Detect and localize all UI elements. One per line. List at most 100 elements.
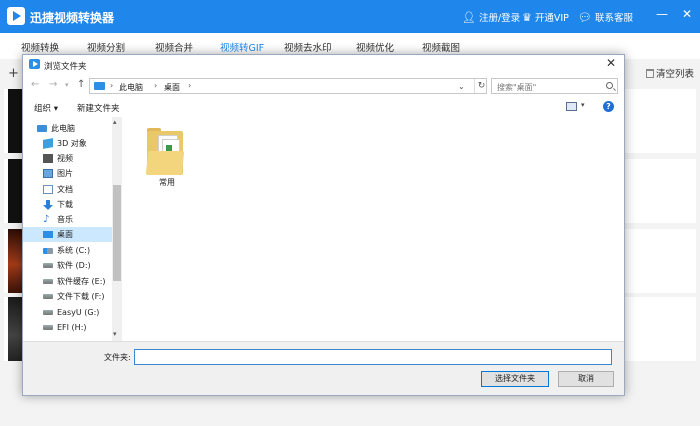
tab-video-convert[interactable]: 视频转换 bbox=[21, 40, 59, 54]
tree-item-desktop[interactable]: 桌面 bbox=[23, 227, 113, 242]
app-title: 迅捷视频转换器 bbox=[30, 11, 115, 25]
login-link[interactable]: 👤︎ 注册/登录 bbox=[462, 10, 521, 25]
tree-item-drive-h[interactable]: EFI (H:) bbox=[23, 320, 113, 335]
app-titlebar: 迅捷视频转换器 👤︎ 注册/登录 ♛ 开通VIP 💬︎ 联系客服 — ✕ bbox=[0, 0, 700, 33]
drive-icon bbox=[43, 247, 53, 254]
tab-video-optimize[interactable]: 视频优化 bbox=[356, 40, 394, 54]
up-arrow-icon[interactable]: ↑ bbox=[77, 80, 85, 90]
recent-chevron-icon[interactable]: ▾ bbox=[65, 82, 69, 89]
crown-icon: ♛ bbox=[522, 10, 532, 24]
tab-video-split[interactable]: 视频分割 bbox=[87, 40, 125, 54]
folder-field[interactable] bbox=[134, 349, 612, 365]
tree-item-drive-c[interactable]: 系统 (C:) bbox=[23, 243, 113, 258]
tree-item-drive-f[interactable]: 文件下载 (F:) bbox=[23, 289, 113, 304]
cube-icon bbox=[43, 138, 53, 149]
cancel-button[interactable]: 取消 bbox=[558, 371, 614, 387]
dialog-footer: 文件夹: 选择文件夹 取消 bbox=[23, 341, 624, 395]
tree-item-label: 文件下载 (F:) bbox=[57, 292, 105, 301]
address-dropdown-icon[interactable]: ⌄ bbox=[458, 82, 465, 91]
search-icon bbox=[606, 82, 613, 89]
chat-icon: 💬︎ bbox=[578, 10, 592, 24]
tree-item-drive-g[interactable]: EasyU (G:) bbox=[23, 305, 113, 320]
vip-label: 开通VIP bbox=[534, 13, 569, 24]
tree-item-label: 系统 (C:) bbox=[57, 246, 91, 255]
breadcrumb-desktop[interactable]: 桌面 bbox=[164, 82, 180, 93]
tree-item-drive-d[interactable]: 软件 (D:) bbox=[23, 258, 113, 273]
app-close-button[interactable]: ✕ bbox=[682, 8, 692, 20]
vip-link[interactable]: ♛ 开通VIP bbox=[522, 10, 569, 25]
tree-item-label: 软件 (D:) bbox=[57, 261, 91, 270]
login-label: 注册/登录 bbox=[478, 13, 521, 24]
refresh-icon[interactable]: ↻ bbox=[474, 79, 488, 93]
view-dropdown-icon[interactable]: ▾ bbox=[581, 101, 585, 109]
minimize-button[interactable]: — bbox=[656, 8, 668, 20]
address-bar[interactable]: › 此电脑 › 桌面 › ⌄ ↻ bbox=[89, 78, 487, 94]
navigation-tree: 此电脑 3D 对象 视频 图片 文档 下载 ♪ 音乐 桌面 系统 (C:) 软件… bbox=[23, 117, 121, 341]
organize-menu[interactable]: 组织 ▾ bbox=[34, 102, 58, 114]
tree-item-music[interactable]: ♪ 音乐 bbox=[23, 212, 113, 227]
app-logo-icon bbox=[7, 7, 25, 25]
clear-list-button[interactable]: 清空列表 bbox=[645, 66, 694, 80]
tree-item-drive-e[interactable]: 软件缓存 (E:) bbox=[23, 274, 113, 289]
browse-folder-dialog: 浏览文件夹 ✕ ← → ▾ ↑ › 此电脑 › 桌面 › ⌄ ↻ 搜索"桌面" … bbox=[22, 54, 625, 396]
search-box[interactable]: 搜索"桌面" bbox=[491, 78, 618, 94]
scroll-up-icon[interactable]: ▴ bbox=[113, 119, 117, 126]
service-label: 联系客服 bbox=[594, 13, 633, 24]
file-item-folder[interactable]: 常用 bbox=[144, 127, 192, 187]
search-placeholder: 搜索"桌面" bbox=[497, 83, 537, 92]
drive-icon bbox=[43, 325, 53, 330]
forward-arrow-icon[interactable]: → bbox=[49, 80, 57, 90]
tree-scrollbar[interactable]: ▴ ▾ bbox=[112, 117, 122, 341]
tab-video-screenshot[interactable]: 视频截图 bbox=[422, 40, 460, 54]
scroll-down-icon[interactable]: ▾ bbox=[113, 331, 117, 338]
computer-icon bbox=[37, 125, 47, 132]
tree-item-this-pc[interactable]: 此电脑 bbox=[23, 121, 113, 136]
chevron-right-icon[interactable]: › bbox=[110, 81, 113, 90]
scrollbar-thumb[interactable] bbox=[113, 185, 121, 281]
new-folder-button[interactable]: 新建文件夹 bbox=[77, 102, 120, 114]
add-file-button[interactable]: + bbox=[8, 66, 19, 81]
dialog-titlebar: 浏览文件夹 ✕ bbox=[23, 55, 624, 75]
folder-field-label: 文件夹: bbox=[104, 353, 131, 362]
trash-icon bbox=[645, 68, 654, 78]
breadcrumb-this-pc[interactable]: 此电脑 bbox=[119, 82, 143, 93]
tab-video-gif[interactable]: 视频转GIF bbox=[220, 40, 264, 54]
tree-item-label: 下载 bbox=[57, 200, 73, 209]
drive-icon bbox=[43, 279, 53, 284]
tree-item-downloads[interactable]: 下载 bbox=[23, 197, 113, 212]
desktop-icon bbox=[43, 231, 53, 238]
computer-icon bbox=[94, 82, 105, 90]
navigation-bar: ← → ▾ ↑ › 此电脑 › 桌面 › ⌄ ↻ 搜索"桌面" bbox=[23, 75, 624, 97]
video-icon bbox=[43, 154, 53, 163]
tree-item-videos[interactable]: 视频 bbox=[23, 151, 113, 166]
tree-item-label: 文档 bbox=[57, 185, 73, 194]
tree-item-documents[interactable]: 文档 bbox=[23, 182, 113, 197]
tab-remove-watermark[interactable]: 视频去水印 bbox=[284, 40, 332, 54]
document-icon bbox=[43, 185, 53, 194]
tree-item-label: 软件缓存 (E:) bbox=[57, 277, 106, 286]
folder-name: 常用 bbox=[159, 178, 175, 187]
dialog-close-button[interactable]: ✕ bbox=[606, 57, 616, 69]
select-folder-button[interactable]: 选择文件夹 bbox=[481, 371, 549, 387]
clear-list-label: 清空列表 bbox=[655, 69, 694, 80]
tree-item-label: EasyU (G:) bbox=[57, 308, 100, 317]
folder-content: 常用 bbox=[122, 117, 624, 341]
dialog-app-icon bbox=[29, 59, 40, 69]
tree-item-label: 图片 bbox=[57, 169, 73, 178]
service-link[interactable]: 💬︎ 联系客服 bbox=[578, 10, 633, 25]
view-options-icon[interactable] bbox=[566, 102, 577, 111]
picture-icon bbox=[43, 169, 53, 178]
drive-icon bbox=[43, 294, 53, 299]
chevron-right-icon[interactable]: › bbox=[188, 81, 191, 90]
drive-icon bbox=[43, 263, 53, 268]
music-note-icon: ♪ bbox=[43, 213, 50, 225]
command-bar: 组织 ▾ 新建文件夹 ▾ ? bbox=[23, 97, 624, 117]
back-arrow-icon[interactable]: ← bbox=[31, 80, 39, 90]
tree-item-3d-objects[interactable]: 3D 对象 bbox=[23, 136, 113, 151]
tab-video-merge[interactable]: 视频合并 bbox=[155, 40, 193, 54]
chevron-right-icon[interactable]: › bbox=[154, 81, 157, 90]
tree-item-pictures[interactable]: 图片 bbox=[23, 166, 113, 181]
tree-item-label: 3D 对象 bbox=[57, 139, 87, 148]
help-icon[interactable]: ? bbox=[603, 101, 614, 112]
tree-item-label: 此电脑 bbox=[51, 124, 75, 133]
